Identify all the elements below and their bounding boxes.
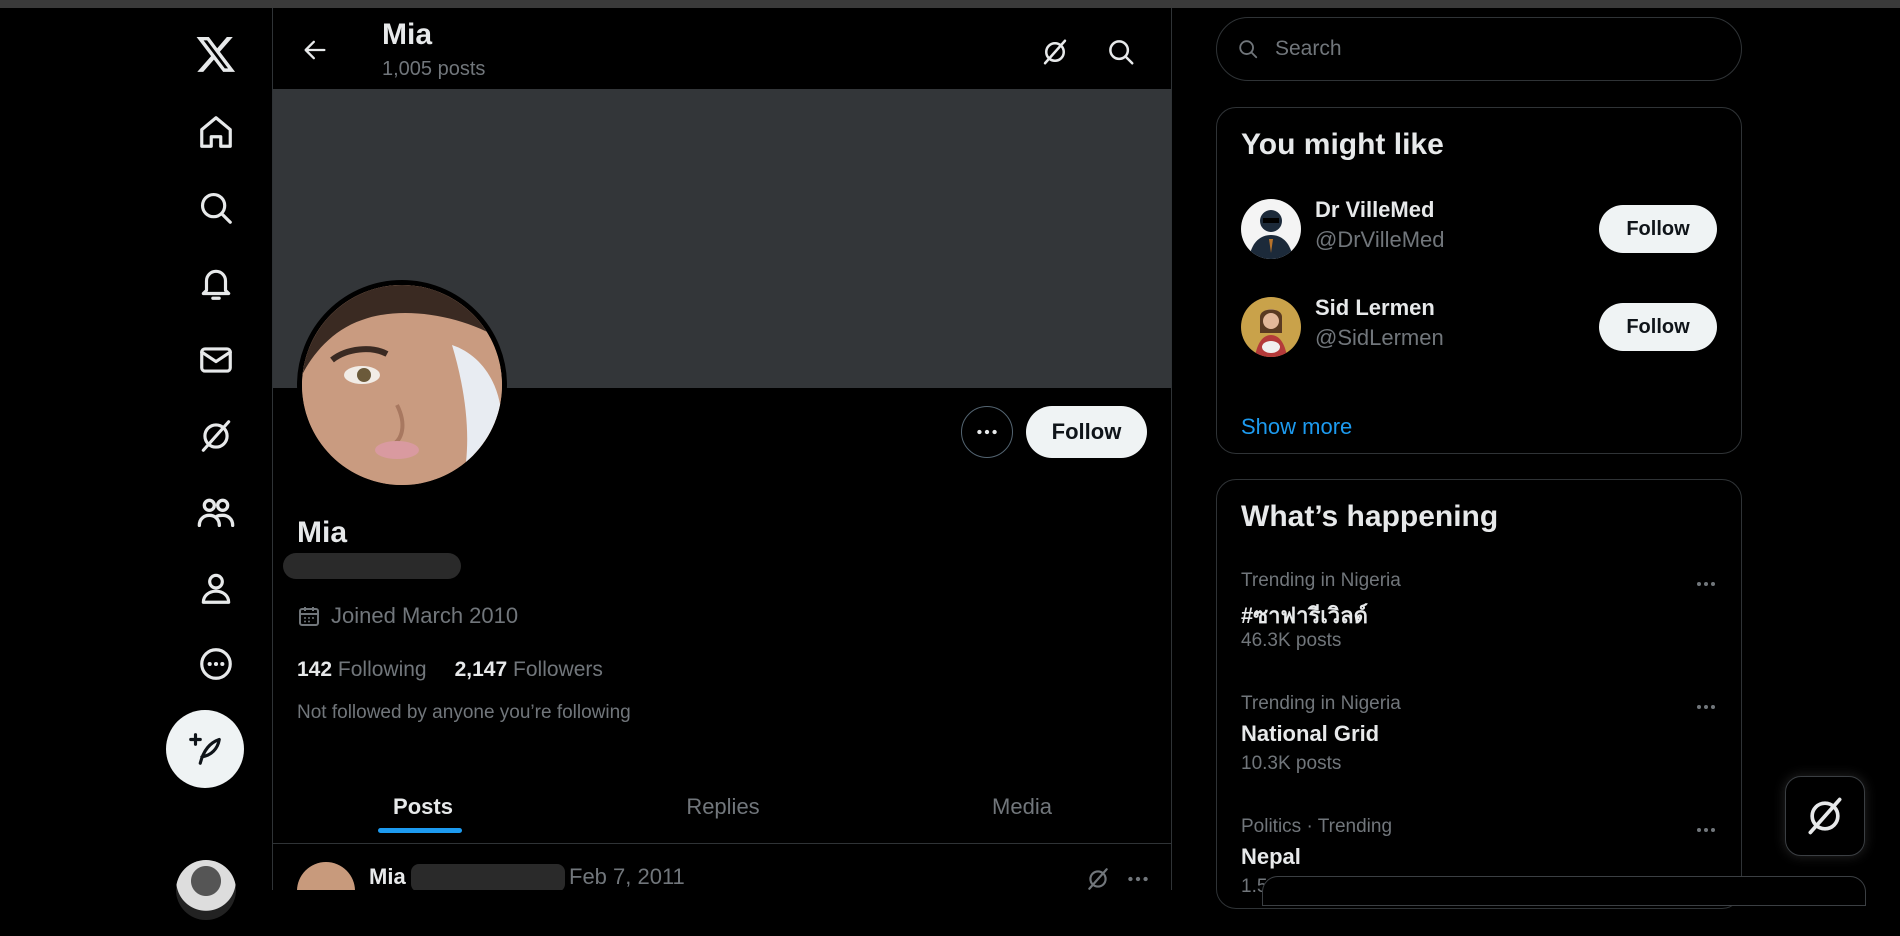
suggestion-handle: @SidLermen [1315, 325, 1444, 350]
compose-post-button[interactable] [166, 710, 244, 788]
suggestion-name[interactable]: Dr VilleMed [1315, 197, 1434, 223]
nav-profile[interactable] [182, 554, 250, 622]
grok-button[interactable] [1033, 30, 1077, 74]
joined-text: Joined March 2010 [331, 603, 519, 628]
suggestion-item[interactable]: Sid Lermen @SidLermen Follow [1217, 279, 1741, 369]
nav-grok[interactable] [182, 402, 250, 470]
follow-stats: 142 Following 2,147 Followers [297, 658, 603, 682]
post-author[interactable]: Mia [369, 864, 406, 890]
trend-name: #ซาฟารีเวิลด์ [1241, 603, 1368, 628]
whats-happening-title: What’s happening [1241, 500, 1499, 533]
more-dots-icon [974, 419, 1000, 445]
trend-item[interactable]: Trending in Nigeria #ซาฟารีเวิลด์ 46.3K … [1217, 570, 1741, 690]
nav-explore[interactable] [182, 174, 250, 242]
post-grok-button[interactable] [1081, 862, 1115, 890]
profile-name: Mia [297, 516, 348, 549]
account-avatar[interactable] [176, 860, 236, 920]
header-name: Mia [382, 18, 433, 51]
profile-header-bar: Mia 1,005 posts [273, 8, 1171, 89]
trend-more-button[interactable] [1689, 816, 1723, 844]
post-item[interactable]: Mia Feb 7, 2011 [273, 844, 1171, 890]
search-input[interactable] [1273, 36, 1717, 62]
back-button[interactable] [295, 30, 335, 70]
post-date[interactable]: Feb 7, 2011 [569, 864, 685, 890]
search-icon [1237, 38, 1259, 60]
more-circle-icon [197, 645, 235, 683]
active-tab-indicator [378, 828, 462, 833]
suggestion-name[interactable]: Sid Lermen [1315, 295, 1435, 321]
more-dots-icon [1125, 866, 1151, 890]
following-label: Following [337, 658, 427, 681]
envelope-icon [197, 341, 235, 379]
nav-messages[interactable] [182, 326, 250, 394]
show-more-link[interactable]: Show more [1241, 414, 1352, 440]
bell-icon [197, 265, 235, 303]
search-posts-button[interactable] [1099, 30, 1143, 74]
whats-happening-card: What’s happening Trending in Nigeria #ซา… [1216, 479, 1742, 909]
followers-label: Followers [513, 658, 603, 681]
trend-context: Trending in Nigeria [1241, 570, 1401, 591]
joined-date: Joined March 2010 [297, 603, 518, 629]
search-box[interactable] [1216, 17, 1742, 81]
post-handle-redacted [411, 864, 565, 890]
arrow-left-icon [301, 36, 329, 64]
suggestion-avatar[interactable] [1241, 297, 1301, 357]
feather-plus-icon [186, 730, 224, 768]
nav-communities[interactable] [182, 478, 250, 546]
not-followed-text: Not followed by anyone you’re following [297, 702, 631, 723]
grok-icon [197, 417, 235, 455]
more-dots-icon [1694, 695, 1718, 719]
trend-context: Politics · Trending [1241, 816, 1393, 837]
following-link[interactable]: 142 Following [297, 658, 427, 682]
search-icon [1106, 37, 1136, 67]
suggestion-avatar[interactable] [1241, 199, 1301, 259]
followers-link[interactable]: 2,147 Followers [455, 658, 603, 682]
browser-top-bar [0, 0, 1900, 8]
tab-replies[interactable]: Replies [573, 770, 873, 843]
more-dots-icon [1694, 818, 1718, 842]
trend-count: 46.3K posts [1241, 630, 1342, 651]
post-more-button[interactable] [1121, 862, 1155, 890]
profile-avatar[interactable] [297, 280, 507, 490]
post-avatar[interactable] [297, 862, 355, 890]
trend-name: Nepal [1241, 844, 1301, 869]
search-icon [197, 189, 235, 227]
messages-drawer[interactable] [1262, 876, 1866, 906]
nav-more[interactable] [182, 630, 250, 698]
you-might-like-title: You might like [1241, 128, 1444, 161]
nav-notifications[interactable] [182, 250, 250, 318]
grok-icon [1803, 794, 1847, 838]
suggestion-handle: @DrVilleMed [1315, 227, 1445, 252]
communities-icon [196, 492, 236, 532]
tab-media[interactable]: Media [873, 770, 1171, 843]
you-might-like-card: You might like Dr VilleMed @DrVilleMed F… [1216, 107, 1742, 454]
trend-more-button[interactable] [1689, 693, 1723, 721]
more-dots-icon [1694, 572, 1718, 596]
calendar-icon [297, 604, 321, 628]
profile-icon [197, 569, 235, 607]
profile-more-button[interactable] [961, 406, 1013, 458]
profile-column: Mia 1,005 posts Follow Mia Joined March … [272, 8, 1172, 890]
grok-floating-button[interactable] [1785, 776, 1865, 856]
trend-context: Trending in Nigeria [1241, 693, 1401, 714]
handle-redacted [283, 553, 461, 579]
following-count: 142 [297, 658, 333, 681]
trend-item[interactable]: Trending in Nigeria National Grid 10.3K … [1217, 693, 1741, 813]
suggestion-follow-button[interactable]: Follow [1599, 205, 1717, 253]
header-post-count: 1,005 posts [382, 58, 486, 80]
follow-button[interactable]: Follow [1026, 406, 1147, 458]
followers-count: 2,147 [454, 658, 508, 681]
trend-more-button[interactable] [1689, 570, 1723, 598]
grok-icon [1085, 866, 1111, 890]
suggestion-follow-button[interactable]: Follow [1599, 303, 1717, 351]
home-icon [197, 113, 235, 151]
trend-count: 10.3K posts [1241, 753, 1342, 774]
grok-icon [1040, 37, 1070, 67]
x-logo-icon[interactable] [182, 20, 250, 88]
suggestion-item[interactable]: Dr VilleMed @DrVilleMed Follow [1217, 181, 1741, 271]
nav-home[interactable] [182, 98, 250, 166]
trend-name: National Grid [1241, 721, 1380, 746]
